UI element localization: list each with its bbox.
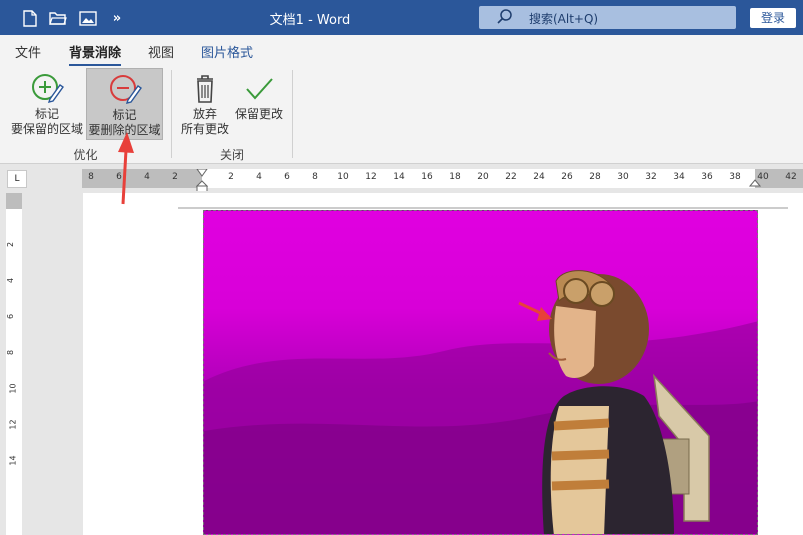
- horizontal-ruler[interactable]: 8 6 4 2 2 4 6 8 10 12 14 16 18 20 22 24 …: [82, 169, 803, 193]
- mark-keep-button[interactable]: 标记 要保留的区域: [8, 68, 86, 140]
- ruler-tick: 2: [228, 172, 234, 182]
- image-icon[interactable]: [78, 8, 98, 28]
- mark-keep-icon: [32, 74, 64, 103]
- tab-selector[interactable]: L: [7, 170, 27, 188]
- top-margin-area: [6, 193, 22, 209]
- ruler-tick: 4: [144, 172, 150, 182]
- ruler-tick: 36: [701, 172, 713, 182]
- ruler-tick: 14: [393, 172, 405, 182]
- discard-label-2: 所有更改: [180, 122, 229, 136]
- login-button[interactable]: 登录: [750, 8, 796, 28]
- indent-marker-icon[interactable]: [196, 169, 208, 193]
- ruler-tick: 2: [172, 172, 178, 182]
- tab-background-removal[interactable]: 背景消除: [69, 42, 122, 67]
- more-commands-icon[interactable]: »: [107, 8, 127, 28]
- ruler-tick: 6: [284, 172, 290, 182]
- ruler-tick: 10: [337, 172, 349, 182]
- mark-keep-label-2: 要保留的区域: [10, 122, 83, 136]
- title-bar: » 文档1 - Word 搜索(Alt+Q) 登录: [0, 0, 803, 35]
- ruler-tick: 6: [6, 313, 16, 320]
- tab-file[interactable]: 文件: [15, 42, 41, 61]
- mark-keep-label-1: 标记: [34, 107, 59, 121]
- ruler-tick: 26: [561, 172, 573, 182]
- tab-picture-format[interactable]: 图片格式: [201, 42, 253, 61]
- ruler-tick: 28: [589, 172, 601, 182]
- child-aviator-photo: [204, 270, 757, 534]
- ruler-tick: 4: [6, 277, 16, 284]
- tab-view[interactable]: 视图: [148, 42, 174, 61]
- ruler-tick: 10: [8, 383, 18, 394]
- search-placeholder: 搜索(Alt+Q): [529, 12, 599, 26]
- ribbon-tabs: 文件 背景消除 视图 图片格式: [0, 35, 803, 67]
- new-document-icon[interactable]: [20, 8, 40, 28]
- discard-changes-button[interactable]: 放弃 所有更改: [178, 68, 232, 140]
- mark-remove-icon: [109, 75, 142, 104]
- ruler-tick: 34: [673, 172, 685, 182]
- ruler-tick: 4: [256, 172, 262, 182]
- ruler-tick: 2: [6, 241, 16, 248]
- open-folder-icon[interactable]: [48, 8, 68, 28]
- ruler-tick: 38: [729, 172, 741, 182]
- keep-changes-button[interactable]: 保留更改: [232, 68, 286, 140]
- ruler-tick: 24: [533, 172, 545, 182]
- left-margin-area: [82, 169, 202, 188]
- annotation-arrow: [118, 132, 134, 205]
- ruler-tick: 12: [365, 172, 377, 182]
- discard-label-1: 放弃: [192, 107, 217, 121]
- search-icon: [497, 9, 513, 28]
- ruler-tick: 8: [88, 172, 94, 182]
- ruler-tick: 30: [617, 172, 629, 182]
- keep-changes-label: 保留更改: [234, 107, 283, 121]
- group-separator: [292, 70, 293, 158]
- margin-guide: [178, 207, 788, 209]
- ruler-tick: 20: [477, 172, 489, 182]
- ruler-tick: 14: [8, 455, 18, 466]
- group-label-close: 关闭: [219, 148, 244, 162]
- group-separator: [171, 70, 172, 158]
- window-title: 文档1 - Word: [269, 13, 351, 28]
- mark-remove-label-1: 标记: [112, 108, 137, 122]
- ruler-tick: 22: [505, 172, 517, 182]
- ruler-tick: 8: [312, 172, 318, 182]
- trash-icon: [197, 75, 213, 103]
- ruler-tick: 18: [449, 172, 461, 182]
- vertical-ruler[interactable]: 2 4 6 8 10 12 14: [6, 193, 22, 535]
- checkmark-icon: [246, 78, 273, 100]
- ruler-tick: 32: [645, 172, 657, 182]
- ruler-tick: 16: [421, 172, 433, 182]
- search-input[interactable]: 搜索(Alt+Q): [479, 6, 736, 29]
- ruler-tick: 8: [6, 349, 16, 356]
- picture-background-removal[interactable]: [203, 210, 758, 535]
- right-indent-marker-icon[interactable]: [749, 179, 761, 189]
- ruler-tick: 42: [785, 172, 797, 182]
- ruler-tick: 12: [8, 419, 18, 430]
